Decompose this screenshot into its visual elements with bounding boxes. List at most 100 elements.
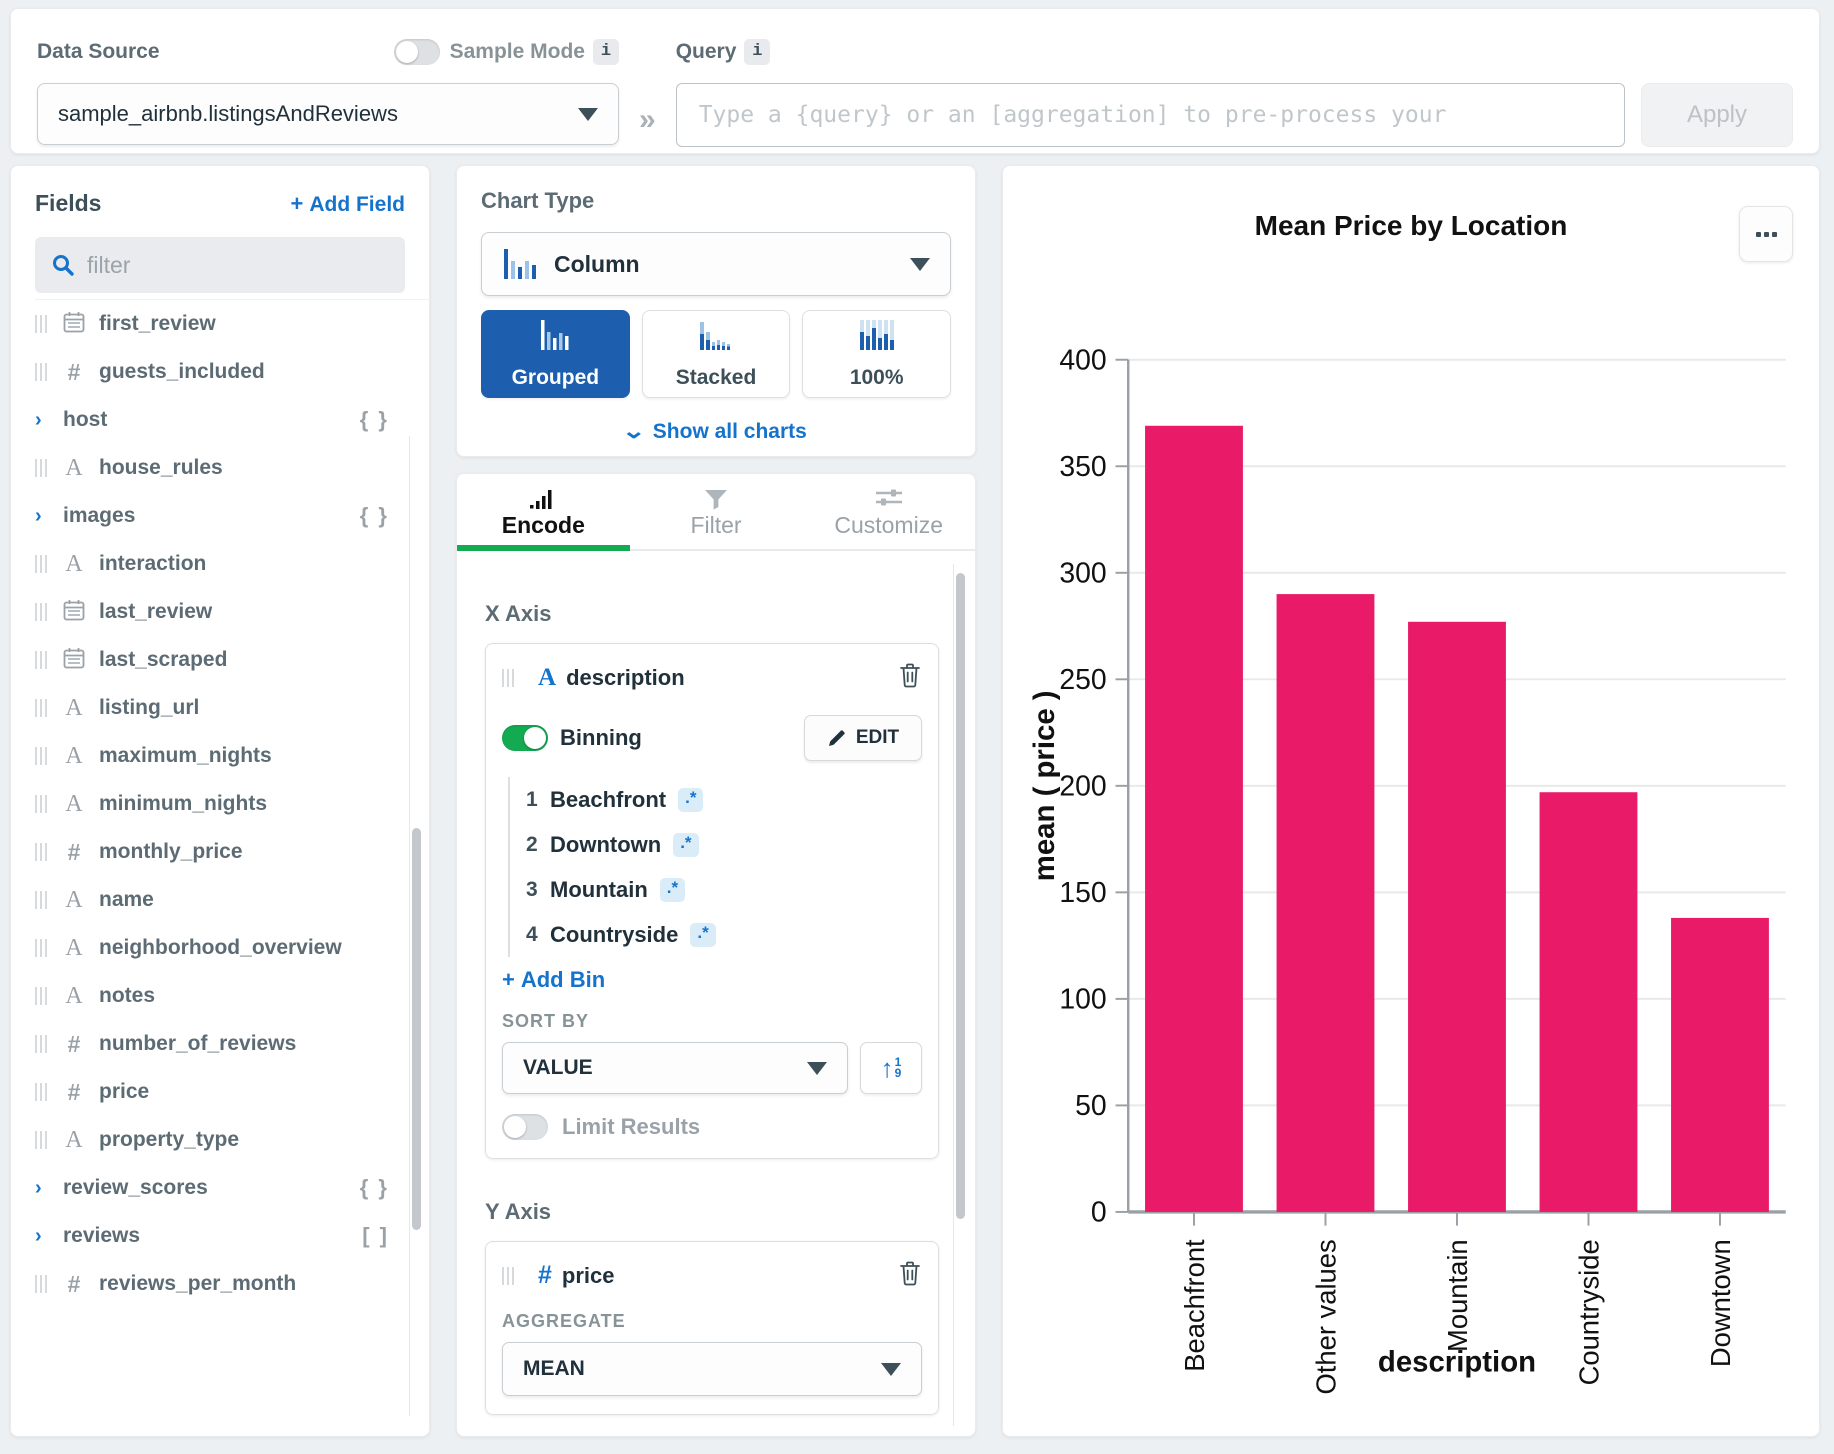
field-item-host[interactable]: ›host{ } [35,396,429,444]
chevron-right-icon[interactable]: › [35,1177,49,1200]
bin-item-mountain[interactable]: 3Mountain.* [526,867,922,912]
chevron-right-icon[interactable]: › [35,1225,49,1248]
variant-grouped-button[interactable]: Grouped [481,310,630,398]
tab-customize[interactable]: Customize [802,474,975,549]
chevron-right-icon[interactable]: › [35,505,49,528]
field-item-images[interactable]: ›images{ } [35,492,429,540]
field-item-reviews[interactable]: ›reviews[ ] [35,1212,429,1260]
drag-handle[interactable] [35,651,47,669]
sort-by-select[interactable]: VALUE [502,1042,848,1094]
field-item-monthly_price[interactable]: #monthly_price [35,828,429,876]
svg-text:150: 150 [1059,877,1106,909]
tab-label: Encode [457,512,630,539]
field-name: monthly_price [99,840,243,864]
bar-other-values[interactable] [1277,594,1375,1212]
drag-handle[interactable] [35,795,47,813]
drag-handle[interactable] [35,699,47,717]
field-item-property_type[interactable]: Aproperty_type [35,1116,429,1164]
field-name: review_scores [63,1176,208,1200]
field-filter-input[interactable] [87,252,327,279]
drag-handle[interactable] [35,747,47,765]
sample-mode-toggle[interactable] [394,39,440,65]
drag-handle[interactable] [35,891,47,909]
chevron-right-icon[interactable]: › [35,409,49,432]
limit-results-toggle[interactable] [502,1114,548,1140]
customize-tab-icon [802,486,975,510]
y-axis-title: Y Axis [485,1199,939,1225]
field-item-review_scores[interactable]: ›review_scores{ } [35,1164,429,1212]
drag-handle[interactable] [35,555,47,573]
info-icon[interactable]: i [593,39,619,65]
query-bar: Data Source Sample Mode i sample_airbnb.… [10,8,1820,154]
field-item-number_of_reviews[interactable]: #number_of_reviews [35,1020,429,1068]
drag-handle[interactable] [502,669,514,687]
drag-handle[interactable] [35,315,47,333]
field-item-interaction[interactable]: Ainteraction [35,540,429,588]
field-item-house_rules[interactable]: Ahouse_rules [35,444,429,492]
bin-item-countryside[interactable]: 4Countryside.* [526,912,922,957]
bin-label: Countryside [550,922,678,948]
drag-handle[interactable] [35,459,47,477]
string-type-icon: A [59,743,89,770]
field-item-minimum_nights[interactable]: Aminimum_nights [35,780,429,828]
drag-handle[interactable] [35,1035,47,1053]
drag-handle[interactable] [35,843,47,861]
drag-handle[interactable] [35,1083,47,1101]
field-item-last_scraped[interactable]: last_scraped [35,636,429,684]
bar-beachfront[interactable] [1145,426,1243,1212]
field-item-guests_included[interactable]: #guests_included [35,348,429,396]
data-source-select[interactable]: sample_airbnb.listingsAndReviews [37,83,619,145]
field-item-neighborhood_overview[interactable]: Aneighborhood_overview [35,924,429,972]
chevron-down-icon: ⌄ [622,419,647,444]
field-name: neighborhood_overview [99,936,342,960]
string-type-icon: A [59,887,89,914]
drag-handle[interactable] [35,939,47,957]
drag-handle[interactable] [502,1267,514,1285]
field-item-notes[interactable]: Anotes [35,972,429,1020]
add-field-button[interactable]: +Add Field [290,191,405,217]
bar-mountain[interactable] [1408,622,1506,1212]
field-item-listing_url[interactable]: Alisting_url [35,684,429,732]
edit-bins-button[interactable]: EDIT [804,715,922,761]
field-name: guests_included [99,360,265,384]
field-item-name[interactable]: Aname [35,876,429,924]
field-item-first_review[interactable]: first_review [35,300,429,348]
field-item-maximum_nights[interactable]: Amaximum_nights [35,732,429,780]
tab-encode[interactable]: Encode [457,474,630,549]
field-item-last_review[interactable]: last_review [35,588,429,636]
bar-chart: 050100150200250300350400BeachfrontOther … [1003,166,1819,1436]
bin-item-downtown[interactable]: 2Downtown.* [526,822,922,867]
field-filter-box[interactable] [35,237,405,293]
drag-handle[interactable] [35,363,47,381]
tab-filter[interactable]: Filter [630,474,803,549]
field-name: reviews [63,1224,140,1248]
encode-scrollbar[interactable] [953,564,967,1426]
apply-button[interactable]: Apply [1641,83,1793,147]
field-item-price[interactable]: #price [35,1068,429,1116]
bar-downtown[interactable] [1671,918,1769,1212]
trash-icon[interactable] [898,662,922,693]
aggregate-select[interactable]: MEAN [502,1342,922,1396]
trash-icon[interactable] [898,1260,922,1291]
sort-order-button[interactable]: ↑ 19 [860,1042,922,1094]
tab-label: Customize [802,512,975,539]
fields-scrollbar[interactable] [409,436,423,1416]
variant-stacked-button[interactable]: Stacked [642,310,791,398]
variant-100pct-button[interactable]: 100% [802,310,951,398]
bin-list: 1Beachfront.*2Downtown.*3Mountain.*4Coun… [508,777,922,957]
show-all-charts-link[interactable]: ⌄Show all charts [625,420,807,443]
drag-handle[interactable] [35,1131,47,1149]
bar-countryside[interactable] [1540,792,1638,1212]
drag-handle[interactable] [35,987,47,1005]
query-input[interactable] [676,83,1625,147]
regex-badge: .* [690,923,715,947]
add-bin-button[interactable]: +Add Bin [502,967,605,993]
chart-type-select[interactable]: Column [481,232,951,296]
binning-toggle[interactable] [502,725,548,751]
drag-handle[interactable] [35,1275,47,1293]
bin-item-beachfront[interactable]: 1Beachfront.* [526,777,922,822]
field-item-reviews_per_month[interactable]: #reviews_per_month [35,1260,429,1308]
query-info-icon[interactable]: i [744,39,770,65]
drag-handle[interactable] [35,603,47,621]
chart-type-value: Column [554,251,640,278]
